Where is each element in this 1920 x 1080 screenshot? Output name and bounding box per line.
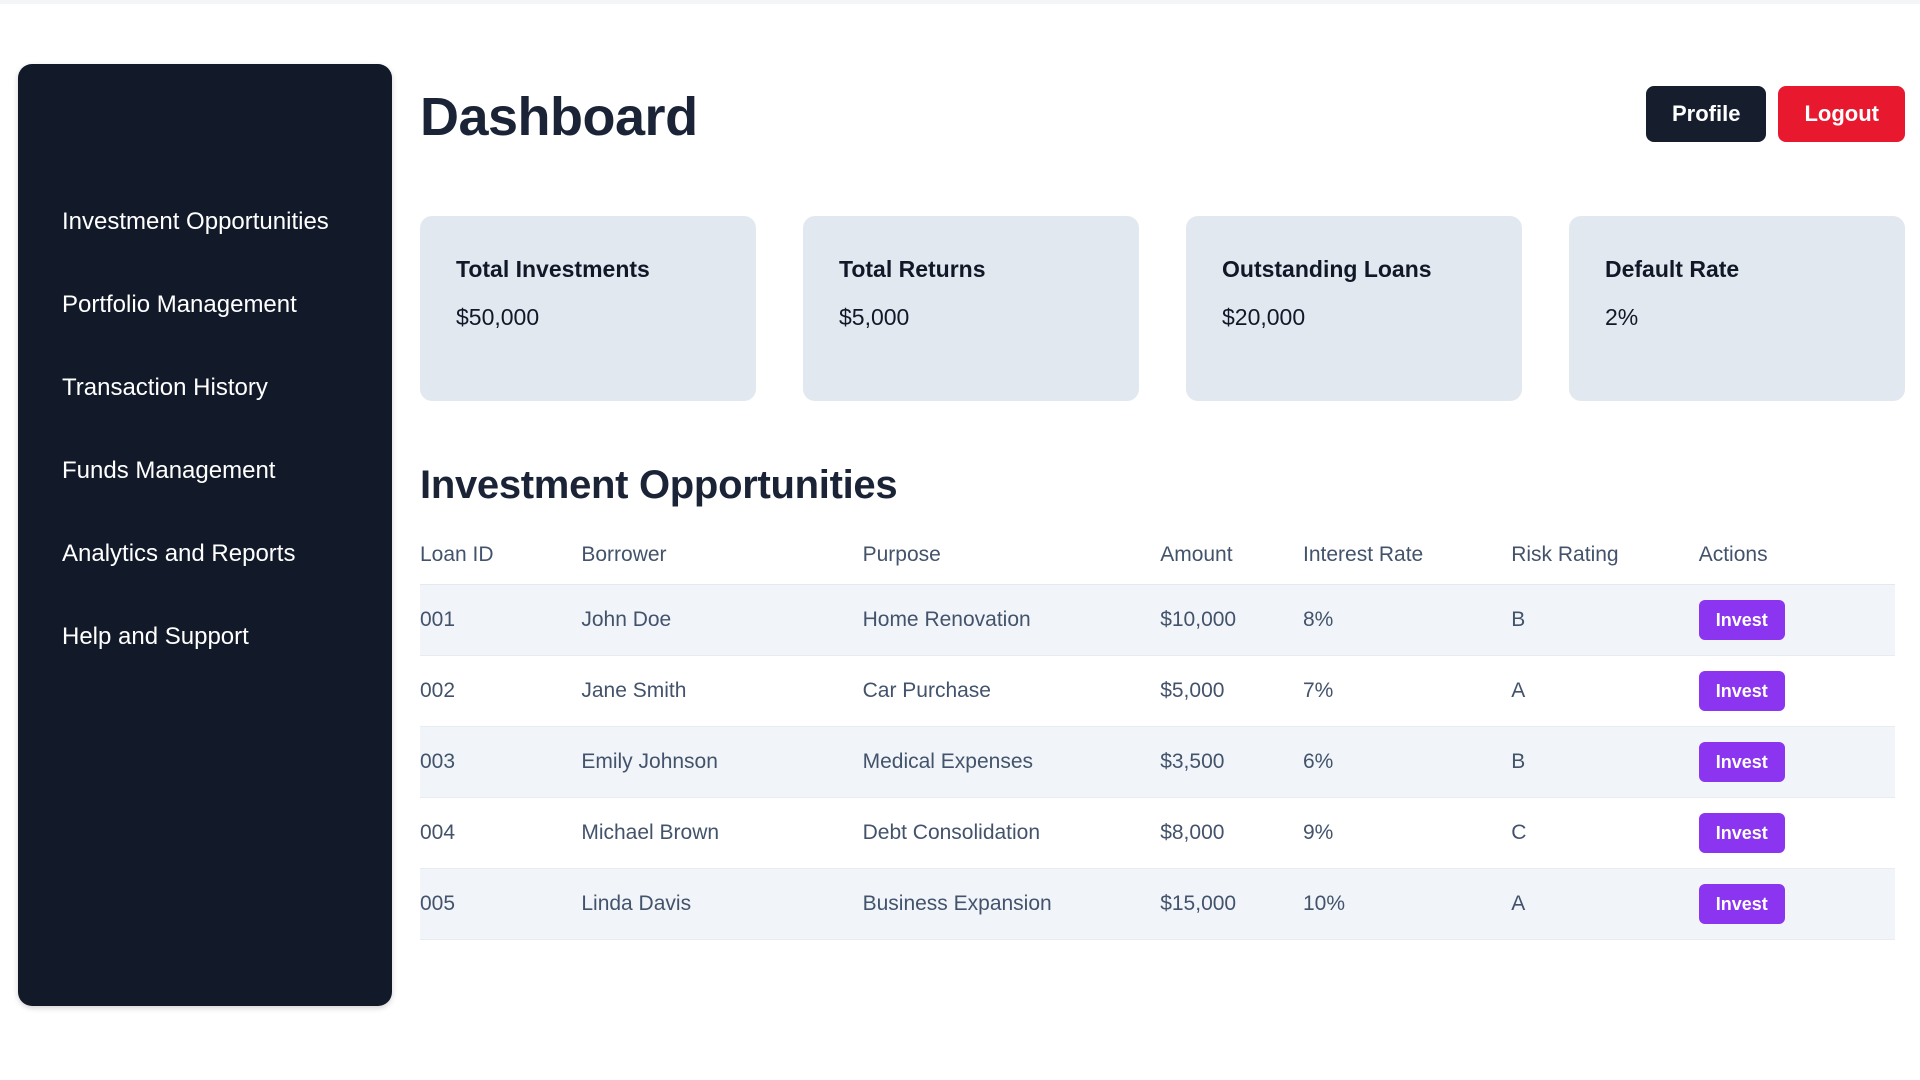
sidebar-nav-list: Investment Opportunities Portfolio Manag…: [18, 180, 392, 678]
top-edge-strip: [0, 0, 1920, 4]
stat-card-label: Outstanding Loans: [1222, 256, 1432, 282]
stat-card-label: Total Returns: [839, 256, 986, 282]
table-row[interactable]: 003 Emily Johnson Medical Expenses $3,50…: [420, 726, 1895, 798]
stat-card-label: Total Investments: [456, 256, 650, 282]
sidebar-item-portfolio-management[interactable]: Portfolio Management: [18, 263, 392, 346]
cell-amount: $15,000: [1160, 868, 1303, 940]
cell-loan-id: 002: [420, 655, 582, 727]
sidebar-item-funds-management[interactable]: Funds Management: [18, 429, 392, 512]
sidebar-item-label: Analytics and Reports: [62, 539, 296, 567]
cell-risk-rating: C: [1511, 797, 1699, 869]
stat-card-outstanding-loans: Outstanding Loans $20,000: [1186, 216, 1522, 401]
page-header: Dashboard Profile Logout: [420, 64, 1905, 160]
cell-loan-id: 005: [420, 868, 582, 940]
cell-loan-id: 003: [420, 726, 582, 798]
column-header-borrower: Borrower: [581, 543, 863, 585]
cell-actions: Invest: [1698, 797, 1895, 869]
cell-amount: $10,000: [1160, 584, 1303, 656]
cell-interest-rate: 10%: [1303, 868, 1512, 940]
stat-card-total-returns: Total Returns $5,000: [803, 216, 1139, 401]
cell-purpose: Car Purchase: [862, 655, 1161, 727]
cell-loan-id: 004: [420, 797, 582, 869]
stat-card-total-investments: Total Investments $50,000: [420, 216, 756, 401]
cell-purpose: Business Expansion: [862, 868, 1161, 940]
cell-interest-rate: 6%: [1303, 726, 1512, 798]
stat-card-label: Default Rate: [1605, 256, 1740, 282]
column-header-actions: Actions: [1698, 543, 1895, 585]
column-header-loan-id: Loan ID: [420, 543, 582, 585]
table-head: Loan ID Borrower Purpose Amount Interest…: [420, 543, 1895, 585]
dashboard-page: Investment Opportunities Portfolio Manag…: [0, 0, 1920, 1080]
sidebar: Investment Opportunities Portfolio Manag…: [18, 64, 392, 1006]
cell-interest-rate: 9%: [1303, 797, 1512, 869]
profile-button[interactable]: Profile: [1646, 86, 1767, 142]
cell-risk-rating: B: [1511, 584, 1699, 656]
cell-borrower: Emily Johnson: [581, 726, 863, 798]
stat-card-value: $5,000: [839, 304, 910, 330]
invest-button[interactable]: Invest: [1698, 600, 1785, 640]
sidebar-item-investment-opportunities[interactable]: Investment Opportunities: [18, 180, 392, 263]
table-body: 001 John Doe Home Renovation $10,000 8% …: [420, 584, 1895, 940]
column-header-amount: Amount: [1160, 543, 1303, 585]
cell-risk-rating: A: [1511, 655, 1699, 727]
stat-card-value: $50,000: [456, 304, 540, 330]
header-actions: Profile Logout: [1646, 86, 1905, 142]
cell-amount: $8,000: [1160, 797, 1303, 869]
table-row[interactable]: 004 Michael Brown Debt Consolidation $8,…: [420, 797, 1895, 869]
page-title: Dashboard: [420, 87, 698, 147]
cell-interest-rate: 7%: [1303, 655, 1512, 727]
sidebar-item-help-and-support[interactable]: Help and Support: [18, 595, 392, 678]
table-row[interactable]: 002 Jane Smith Car Purchase $5,000 7% A …: [420, 655, 1895, 727]
stat-card-value: $20,000: [1222, 304, 1306, 330]
sidebar-item-label: Help and Support: [62, 622, 249, 650]
cell-borrower: Michael Brown: [581, 797, 863, 869]
sidebar-item-label: Portfolio Management: [62, 290, 297, 318]
cell-borrower: John Doe: [581, 584, 863, 656]
invest-button[interactable]: Invest: [1698, 671, 1785, 711]
column-header-purpose: Purpose: [862, 543, 1161, 585]
cell-actions: Invest: [1698, 584, 1895, 656]
sidebar-item-analytics-and-reports[interactable]: Analytics and Reports: [18, 512, 392, 595]
cell-borrower: Linda Davis: [581, 868, 863, 940]
cell-loan-id: 001: [420, 584, 582, 656]
cell-actions: Invest: [1698, 726, 1895, 798]
cell-borrower: Jane Smith: [581, 655, 863, 727]
cell-risk-rating: B: [1511, 726, 1699, 798]
table-header-row: Loan ID Borrower Purpose Amount Interest…: [420, 543, 1895, 585]
invest-button[interactable]: Invest: [1698, 813, 1785, 853]
column-header-interest-rate: Interest Rate: [1303, 543, 1512, 585]
cell-purpose: Debt Consolidation: [862, 797, 1161, 869]
cell-actions: Invest: [1698, 868, 1895, 940]
cell-amount: $5,000: [1160, 655, 1303, 727]
invest-button[interactable]: Invest: [1698, 742, 1785, 782]
stat-cards: Total Investments $50,000 Total Returns …: [420, 216, 1905, 401]
cell-actions: Invest: [1698, 655, 1895, 727]
cell-risk-rating: A: [1511, 868, 1699, 940]
cell-purpose: Medical Expenses: [862, 726, 1161, 798]
main-content: Dashboard Profile Logout Total Investmen…: [420, 64, 1905, 940]
sidebar-item-transaction-history[interactable]: Transaction History: [18, 346, 392, 429]
cell-interest-rate: 8%: [1303, 584, 1512, 656]
sidebar-item-label: Transaction History: [62, 373, 268, 401]
sidebar-item-label: Investment Opportunities: [62, 207, 329, 235]
sidebar-item-label: Funds Management: [62, 456, 276, 484]
column-header-risk-rating: Risk Rating: [1511, 543, 1699, 585]
table-row[interactable]: 001 John Doe Home Renovation $10,000 8% …: [420, 584, 1895, 656]
section-title-investment-opportunities: Investment Opportunities: [420, 463, 898, 507]
stat-card-default-rate: Default Rate 2%: [1569, 216, 1905, 401]
stat-card-value: 2%: [1605, 304, 1639, 330]
cell-purpose: Home Renovation: [862, 584, 1161, 656]
logout-button[interactable]: Logout: [1778, 86, 1905, 142]
table-row[interactable]: 005 Linda Davis Business Expansion $15,0…: [420, 868, 1895, 940]
investment-opportunities-table: Loan ID Borrower Purpose Amount Interest…: [420, 543, 1895, 940]
cell-amount: $3,500: [1160, 726, 1303, 798]
invest-button[interactable]: Invest: [1698, 884, 1785, 924]
